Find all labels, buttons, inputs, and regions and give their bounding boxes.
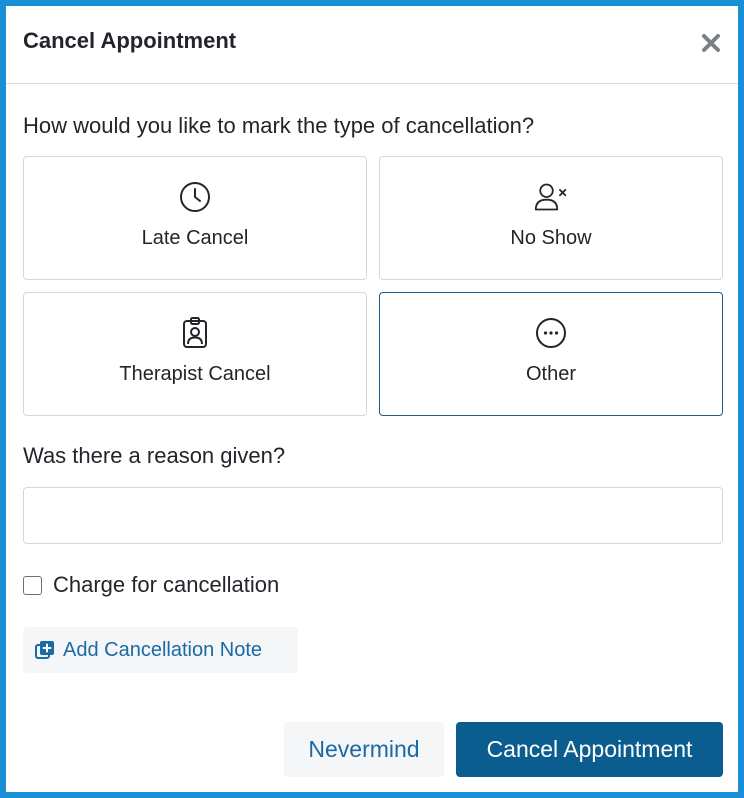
nevermind-button[interactable]: Nevermind [284, 722, 444, 777]
close-icon [702, 34, 720, 52]
ellipsis-circle-icon [536, 318, 566, 348]
option-no-show[interactable]: No Show [379, 156, 723, 280]
option-late-cancel[interactable]: Late Cancel [23, 156, 367, 280]
modal-header: Cancel Appointment [6, 6, 738, 84]
add-cancellation-note-button[interactable]: Add Cancellation Note [23, 627, 298, 673]
option-label: Late Cancel [141, 227, 249, 249]
reason-label: Was there a reason given? [23, 443, 286, 468]
clock-icon [180, 182, 210, 212]
user-x-icon [534, 183, 567, 211]
charge-row: Charge for cancellation [23, 572, 279, 598]
option-label: No Show [510, 227, 592, 249]
reason-input[interactable] [23, 487, 723, 544]
option-label: Other [525, 363, 577, 385]
cancel-appointment-modal: Cancel Appointment How would you like to… [6, 6, 738, 792]
close-button[interactable] [698, 30, 724, 56]
add-note-icon [35, 641, 54, 659]
add-note-label: Add Cancellation Note [63, 638, 263, 661]
cancellation-type-question: How would you like to mark the type of c… [23, 113, 535, 138]
charge-checkbox[interactable] [23, 575, 42, 595]
badge-icon [183, 317, 207, 348]
option-other[interactable]: Other [379, 292, 723, 416]
cancel-appointment-button[interactable]: Cancel Appointment [456, 722, 723, 777]
modal-title: Cancel Appointment [23, 28, 237, 53]
charge-label: Charge for cancellation [53, 572, 280, 597]
option-therapist-cancel[interactable]: Therapist Cancel [23, 292, 367, 416]
option-label: Therapist Cancel [119, 363, 271, 385]
